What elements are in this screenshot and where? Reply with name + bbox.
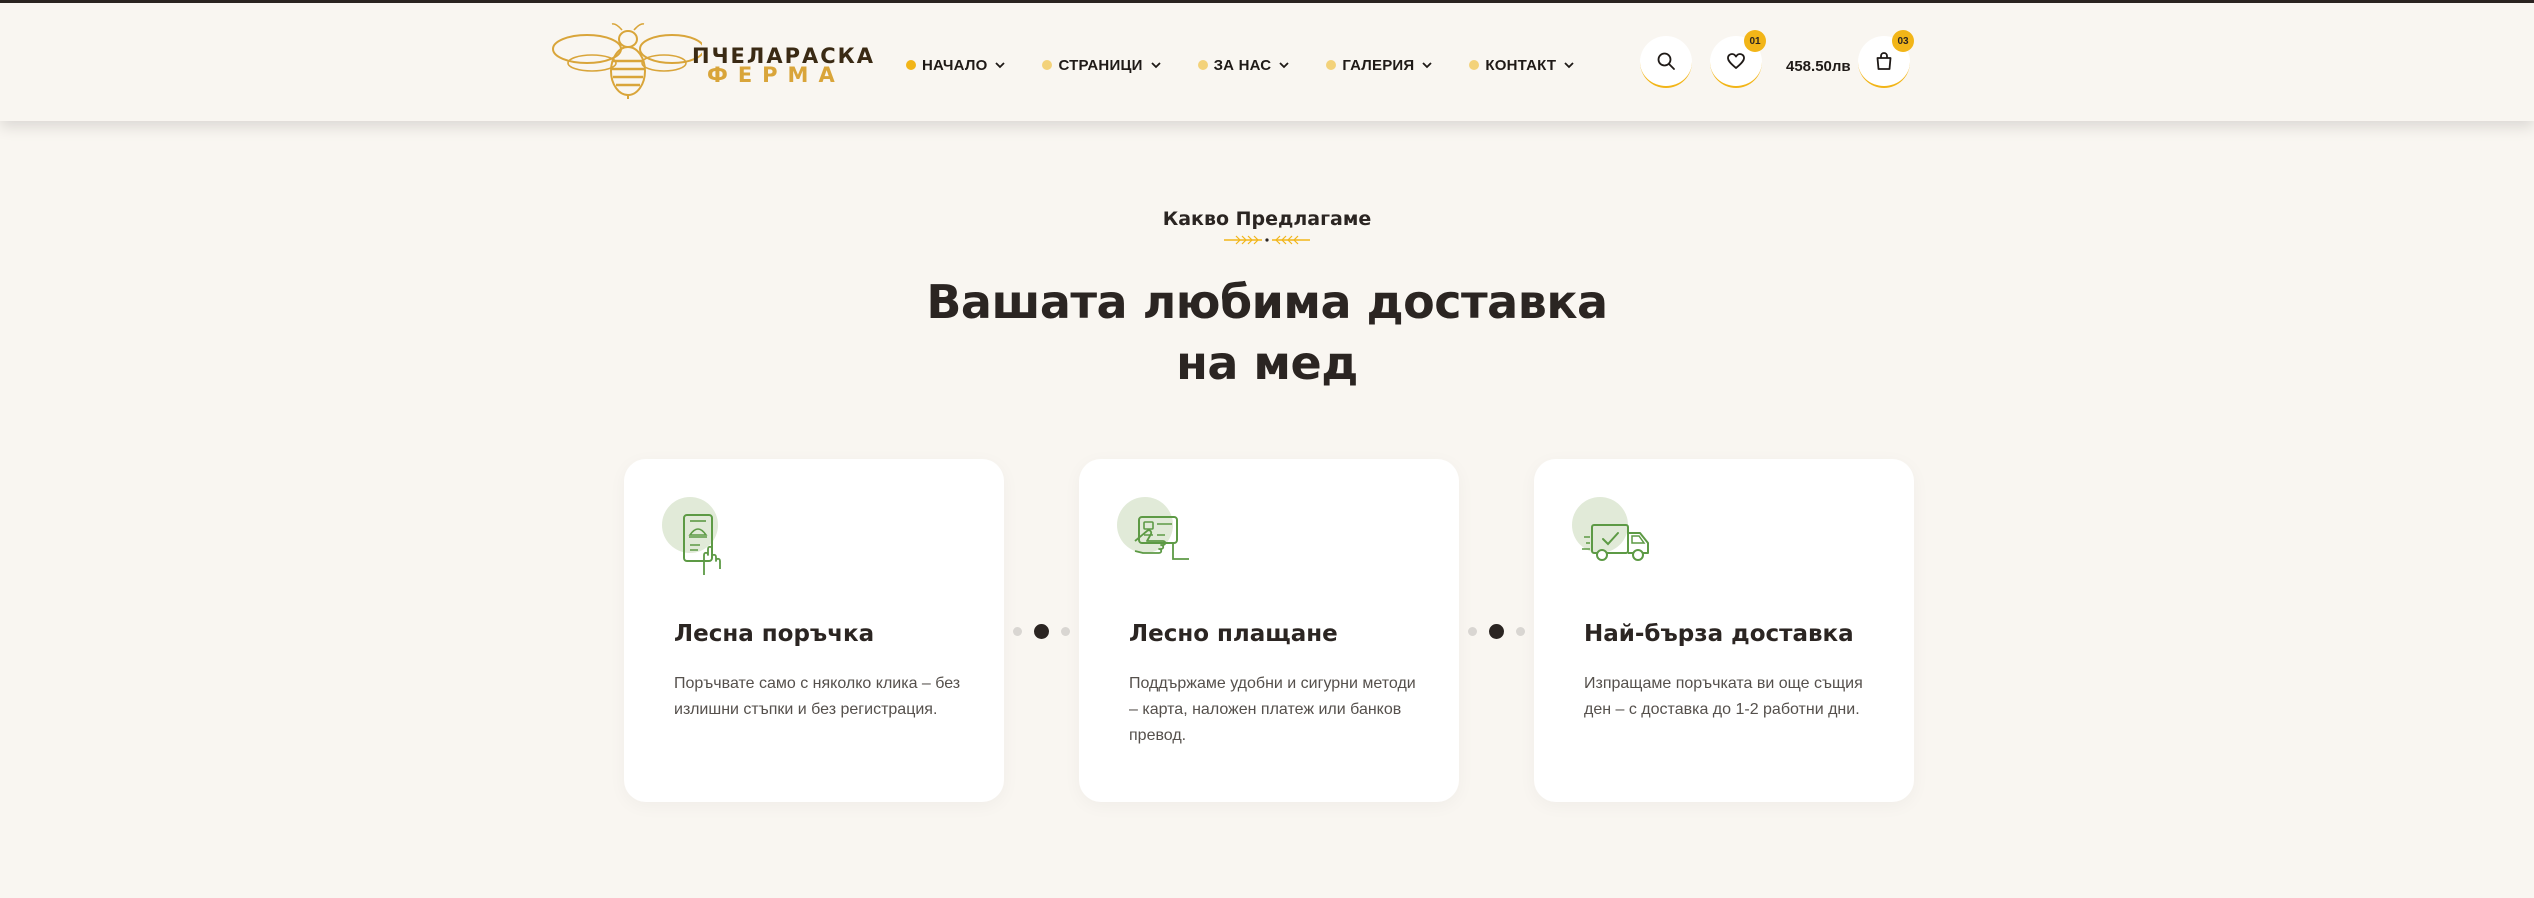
- honey-ornament-icon: [1224, 235, 1310, 245]
- section-subtitle: Какво Предлагаме: [1162, 208, 1372, 230]
- feature-card-easy-order: Лесна поръчка Поръчвате само с няколко к…: [624, 459, 1004, 802]
- site-logo[interactable]: ПЧЕЛАРАСКА ФЕРМА: [552, 21, 873, 99]
- feature-text: Изпращаме поръчката ви още същия ден – с…: [1584, 675, 1863, 718]
- card-payment-icon: [1117, 497, 1197, 577]
- nav-item-about[interactable]: ЗА НАС: [1197, 56, 1291, 74]
- chevron-down-icon: [995, 62, 1006, 69]
- delivery-truck-icon: [1572, 497, 1652, 577]
- nav-item-gallery[interactable]: ГАЛЕРИЯ: [1326, 57, 1433, 74]
- nav-label: НАЧАЛО: [922, 56, 988, 74]
- cart-count-badge: 03: [1892, 30, 1914, 52]
- feature-title: Лесно плащане: [1129, 621, 1338, 647]
- search-icon: [1657, 52, 1675, 70]
- nav-item-home[interactable]: НАЧАЛО: [906, 57, 1006, 74]
- logo-text-bottom: ФЕРМА: [707, 63, 845, 87]
- carousel-dot[interactable]: [1013, 626, 1022, 636]
- shopping-bag-icon: [1876, 52, 1892, 70]
- carousel-dot[interactable]: [1468, 626, 1477, 636]
- cart-button[interactable]: 03: [1858, 30, 1914, 88]
- nav-dot-icon: [1042, 60, 1053, 70]
- nav-dot-icon: [1326, 60, 1337, 70]
- nav-label: КОНТАКТ: [1485, 56, 1557, 74]
- nav-label: ЗА НАС: [1213, 56, 1272, 74]
- nav-dot-icon: [1197, 60, 1208, 70]
- wishlist-button[interactable]: 01: [1710, 30, 1766, 88]
- site-header: ПЧЕЛАРАСКА ФЕРМА НАЧАЛО СТРАНИЦИ ЗА НАС …: [0, 3, 2534, 121]
- bee-logo-icon: [552, 23, 702, 99]
- feature-text: Поръчвате само с няколко клика – без изл…: [674, 675, 961, 718]
- feature-card-fast-delivery: Най-бърза доставка Изпращаме поръчката в…: [1534, 459, 1914, 802]
- nav-label: СТРАНИЦИ: [1058, 56, 1143, 74]
- cart-total[interactable]: 458.50лв: [1786, 58, 1851, 75]
- chevron-down-icon: [1150, 62, 1161, 69]
- nav-item-contact[interactable]: КОНТАКТ: [1469, 57, 1575, 74]
- heart-icon: [1727, 53, 1745, 69]
- section-title: Вашата любима доставка на мед: [926, 275, 1608, 390]
- carousel-dot-active[interactable]: [1489, 623, 1504, 639]
- chevron-down-icon: [1564, 62, 1574, 69]
- nav-label: ГАЛЕРИЯ: [1342, 56, 1415, 74]
- nav-dot-icon: [906, 60, 916, 70]
- feature-card-easy-payment: Лесно плащане Поддържаме удобни и сигурн…: [1079, 459, 1459, 802]
- nav-dot-icon: [1469, 60, 1480, 70]
- feature-text: Поддържаме удобни и сигурни методи – кар…: [1129, 675, 1416, 744]
- nav-item-pages[interactable]: СТРАНИЦИ: [1042, 57, 1161, 74]
- carousel-dot-active[interactable]: [1034, 623, 1049, 639]
- chevron-down-icon: [1422, 62, 1433, 69]
- carousel-dot[interactable]: [1516, 626, 1525, 636]
- main-nav: НАЧАЛО СТРАНИЦИ ЗА НАС ГАЛЕРИЯ КОНТАКТ: [906, 51, 1611, 79]
- search-button[interactable]: [1640, 36, 1692, 88]
- carousel-dots: [1462, 623, 1531, 639]
- wishlist-count-badge: 01: [1744, 30, 1766, 52]
- carousel-dots: [1007, 623, 1076, 639]
- carousel-dot[interactable]: [1061, 626, 1070, 636]
- mobile-order-icon: [662, 497, 742, 577]
- chevron-down-icon: [1279, 62, 1289, 69]
- feature-title: Най-бърза доставка: [1584, 621, 1854, 647]
- feature-title: Лесна поръчка: [674, 621, 875, 647]
